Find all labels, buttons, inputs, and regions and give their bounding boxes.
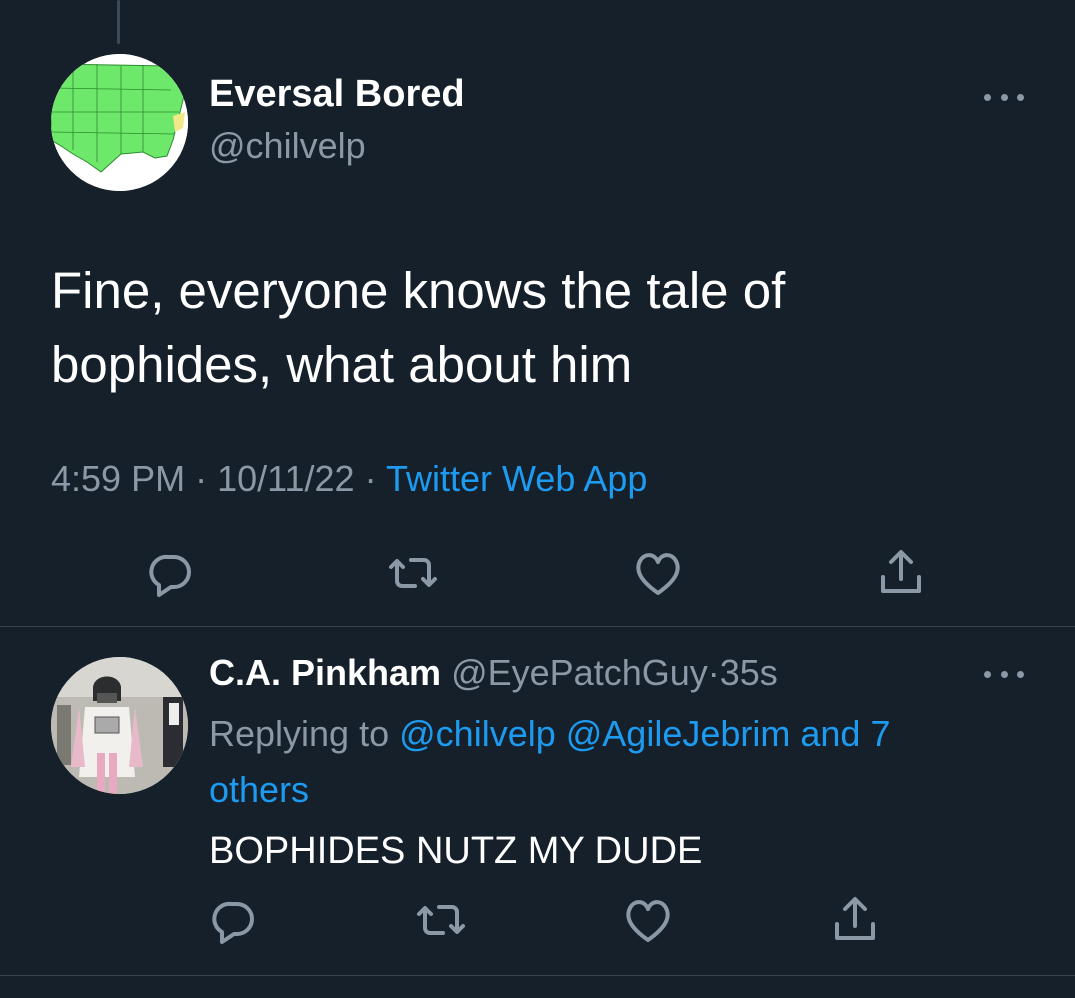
tweet-divider	[0, 975, 1075, 976]
more-options-icon[interactable]	[984, 668, 1024, 680]
tweet-text: Fine, everyone knows the tale of bophide…	[51, 254, 951, 402]
reply-author-handle[interactable]: @EyePatchGuy	[451, 652, 708, 693]
share-icon[interactable]	[871, 543, 931, 603]
like-icon[interactable]	[628, 543, 688, 603]
tweet-metadata: 4:59 PM · 10/11/22 · Twitter Web App	[51, 458, 647, 500]
thread-connector-line	[117, 0, 120, 44]
tweet-time: 4:59 PM	[51, 458, 186, 499]
replying-to-label: Replying to	[209, 713, 390, 754]
tweet-source-link[interactable]: Twitter Web App	[386, 458, 647, 499]
retweet-icon[interactable]	[411, 890, 471, 950]
pink-vader-avatar-icon	[51, 657, 188, 794]
author-handle[interactable]: @chilvelp	[209, 125, 366, 167]
reply-icon[interactable]	[204, 890, 264, 950]
meta-separator: ·	[195, 458, 208, 499]
tweet-actions-bar	[0, 543, 1075, 603]
tweet-text-line: bophides, what about him	[51, 336, 633, 393]
reply-author-name[interactable]: C.A. Pinkham	[209, 652, 441, 693]
author-name[interactable]: Eversal Bored	[209, 73, 465, 116]
reply-time: 35s	[719, 652, 778, 693]
reply-icon[interactable]	[141, 543, 201, 603]
mention-link[interactable]: @chilvelp	[399, 713, 556, 754]
reply-actions-bar	[0, 890, 1075, 950]
tweet-divider	[0, 626, 1075, 627]
like-icon[interactable]	[618, 890, 678, 950]
tweet-text-line: Fine, everyone knows the tale of	[51, 262, 786, 319]
reply-author-avatar[interactable]	[51, 657, 188, 794]
us-map-avatar-icon	[51, 54, 188, 191]
meta-separator: ·	[707, 652, 720, 693]
replying-to: Replying to @chilvelp @AgileJebrim and 7…	[209, 706, 969, 818]
share-icon[interactable]	[825, 890, 885, 950]
reply-header: C.A. Pinkham @EyePatchGuy·35s	[209, 652, 778, 694]
retweet-icon[interactable]	[383, 543, 443, 603]
reply-tweet-text: BOPHIDES NUTZ MY DUDE	[209, 830, 703, 872]
tweet-date: 10/11/22	[217, 458, 355, 499]
meta-separator: ·	[364, 458, 377, 499]
author-avatar[interactable]	[51, 54, 188, 191]
more-options-icon[interactable]	[984, 91, 1024, 103]
mention-link[interactable]: @AgileJebrim	[566, 713, 791, 754]
